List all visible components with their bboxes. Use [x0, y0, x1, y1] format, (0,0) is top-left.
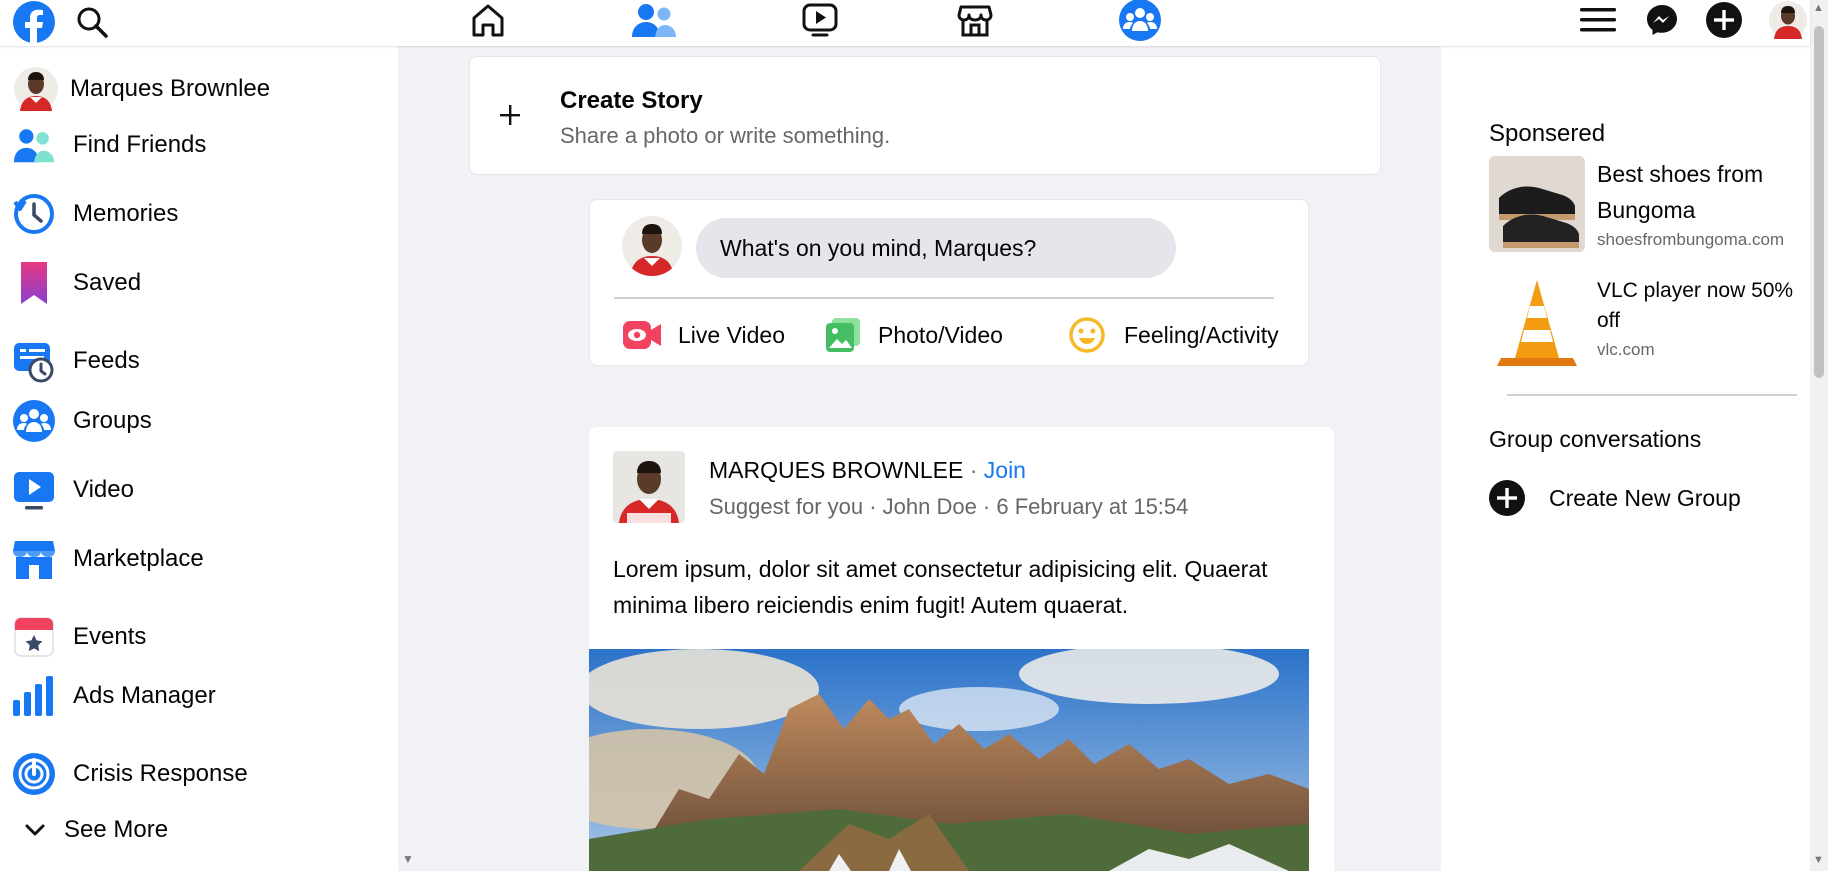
post-header-separator: ·: [969, 457, 978, 483]
composer-avatar: [622, 216, 682, 276]
events-icon: [12, 615, 56, 659]
feeling-activity-button[interactable]: Feeling/Activity: [1068, 308, 1304, 360]
friends-icon[interactable]: [628, 0, 680, 40]
sidebar-item-label: Saved: [73, 269, 142, 296]
create-new-group-label: Create New Group: [1549, 485, 1741, 511]
vlc-ad-image: [1489, 276, 1585, 372]
post-meta: Suggest for you · John Doe · 6 February …: [709, 494, 1189, 519]
whats-on-your-mind-input[interactable]: What's on you mind, Marques?: [696, 218, 1176, 278]
watch-icon[interactable]: [798, 0, 842, 40]
sidebar-item-label: Feeds: [73, 347, 140, 374]
scroll-down-arrow-icon[interactable]: ▼: [1813, 854, 1824, 866]
home-icon[interactable]: [466, 0, 510, 40]
post-author-name[interactable]: MARQUES BROWNLEE: [709, 457, 963, 483]
sidebar-item-label: Events: [73, 623, 147, 650]
scrollbar-thumb[interactable]: [1814, 26, 1824, 378]
shoe-ad-image: [1489, 156, 1585, 252]
vlc-ad-domain: vlc.com: [1597, 340, 1655, 359]
create-new-group-button[interactable]: Create New Group: [1489, 476, 1789, 520]
sidebar-item-events[interactable]: Events: [0, 614, 398, 660]
sidebar-item-groups[interactable]: Groups: [0, 398, 398, 444]
post-image[interactable]: [589, 649, 1309, 871]
sidebar-scroll-down-icon[interactable]: ▼: [401, 852, 415, 866]
join-link[interactable]: Join: [984, 457, 1026, 483]
sidebar-item-label: Marketplace: [73, 545, 204, 572]
sidebar-item-marketplace[interactable]: Marketplace: [0, 536, 398, 582]
post-header-line: MARQUES BROWNLEE · Join: [709, 457, 1026, 484]
sidebar-item-saved[interactable]: Saved: [0, 260, 398, 306]
create-story-card[interactable]: Create Story Share a photo or write some…: [469, 56, 1381, 175]
create-story-title: Create Story: [560, 87, 703, 114]
window-scrollbar[interactable]: ▲ ▼: [1810, 0, 1828, 871]
facebook-logo-icon[interactable]: [12, 0, 56, 44]
sponsored-heading: Sponsered: [1489, 120, 1606, 147]
sidebar-item-crisis-response[interactable]: Crisis Response: [0, 751, 398, 797]
chevron-down-icon: [20, 815, 50, 845]
sidebar-item-memories[interactable]: Memories: [0, 191, 398, 237]
shoe-ad-domain: shoesfrombungoma.com: [1597, 230, 1785, 249]
sidebar-item-label: Crisis Response: [73, 760, 248, 787]
see-more-label: See More: [64, 816, 169, 843]
crisis-response-icon: [12, 752, 56, 796]
ads-manager-icon: [12, 674, 56, 718]
composer-placeholder: What's on you mind, Marques?: [720, 235, 1037, 261]
create-icon[interactable]: [1704, 0, 1744, 40]
left-sidebar: Marques Brownlee Find Friends Memories S…: [0, 46, 398, 871]
menu-icon[interactable]: [1578, 0, 1618, 40]
sidebar-item-label: Marques Brownlee: [70, 75, 271, 102]
groups-icon: [12, 399, 56, 443]
right-divider: [1507, 394, 1797, 396]
sidebar-item-feeds[interactable]: Feeds: [0, 338, 398, 384]
photo-video-label: Photo/Video: [878, 322, 1003, 348]
profile-avatar: [14, 67, 58, 111]
sidebar-item-label: Groups: [73, 407, 152, 434]
post-text: Lorem ipsum, dolor sit amet consectetur …: [613, 556, 1268, 618]
friends-icon: [12, 123, 56, 167]
marketplace-icon: [12, 537, 56, 581]
right-sidebar: Sponsered Best shoes from Bungoma shoesf…: [1441, 46, 1810, 871]
vlc-ad-title: VLC player now 50% off: [1597, 279, 1794, 332]
sidebar-item-label: Memories: [73, 200, 179, 227]
live-video-button[interactable]: Live Video: [614, 308, 804, 360]
plus-circle-icon: [1489, 480, 1525, 521]
live-video-label: Live Video: [678, 322, 785, 348]
sidebar-item-profile[interactable]: Marques Brownlee: [0, 66, 398, 112]
composer-divider: [614, 297, 1274, 299]
messenger-icon[interactable]: [1642, 0, 1682, 40]
feeling-activity-label: Feeling/Activity: [1124, 322, 1279, 348]
groups-icon[interactable]: [1117, 0, 1163, 41]
sidebar-item-ads-manager[interactable]: Ads Manager: [0, 673, 398, 719]
feeds-icon: [12, 339, 56, 383]
sponsored-ad[interactable]: VLC player now 50% off vlc.com: [1489, 276, 1799, 376]
create-story-subtitle: Share a photo or write something.: [560, 123, 891, 148]
post-author-avatar[interactable]: [613, 451, 685, 523]
group-conversations-heading: Group conversations: [1489, 426, 1702, 452]
sponsored-ad[interactable]: Best shoes from Bungoma shoesfrombungoma…: [1489, 152, 1799, 252]
sidebar-item-video[interactable]: Video: [0, 467, 398, 513]
top-navigation-bar: [0, 0, 1810, 46]
plus-icon: [498, 103, 524, 129]
bookmark-icon: [12, 261, 56, 305]
video-icon: [12, 468, 56, 512]
feed-post: MARQUES BROWNLEE · Join Suggest for you …: [589, 427, 1334, 871]
memories-icon: [12, 192, 56, 236]
see-more-button[interactable]: See More: [0, 810, 398, 850]
account-avatar[interactable]: [1768, 0, 1808, 40]
sidebar-item-label: Find Friends: [73, 131, 207, 158]
search-icon[interactable]: [70, 0, 114, 44]
live-video-icon: [622, 320, 662, 355]
sidebar-item-label: Ads Manager: [73, 682, 216, 709]
post-composer: What's on you mind, Marques? Live Video …: [589, 199, 1309, 366]
sidebar-item-label: Video: [73, 476, 134, 503]
feeling-icon: [1068, 316, 1106, 359]
scroll-up-arrow-icon[interactable]: ▲: [1813, 2, 1824, 14]
marketplace-icon[interactable]: [953, 0, 997, 40]
sidebar-item-find-friends[interactable]: Find Friends: [0, 122, 398, 168]
photo-video-icon: [824, 316, 862, 359]
photo-video-button[interactable]: Photo/Video: [820, 308, 1030, 360]
shoe-ad-title: Best shoes from Bungoma: [1597, 161, 1764, 223]
